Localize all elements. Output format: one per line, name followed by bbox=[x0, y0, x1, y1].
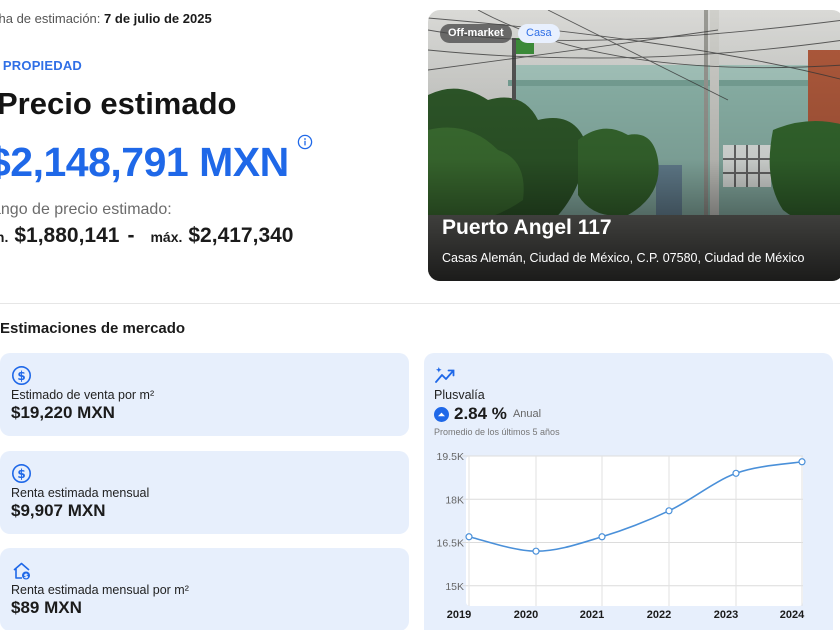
range-separator: - bbox=[127, 224, 135, 247]
card-value: $9,907 MXN bbox=[11, 501, 106, 520]
max-value: $2,417,340 bbox=[188, 224, 294, 247]
chart-plot-area bbox=[466, 456, 803, 606]
price-range-label: ango de precio estimado: bbox=[0, 201, 172, 218]
house-dollar-icon: $ bbox=[13, 562, 30, 580]
data-point bbox=[598, 533, 606, 541]
x-tick-label: 2021 bbox=[580, 609, 604, 621]
data-point bbox=[465, 533, 473, 541]
data-point bbox=[532, 547, 540, 555]
svg-text:$: $ bbox=[24, 572, 29, 580]
estimation-date: cha de estimación: 7 de julio de 2025 bbox=[0, 11, 212, 26]
card-value: $89 MXN bbox=[11, 598, 82, 617]
max-label: máx. bbox=[150, 229, 183, 245]
property-section-label: A PROPIEDAD bbox=[0, 58, 83, 73]
y-tick-label: 19.5K bbox=[437, 451, 464, 463]
property-photo[interactable]: Off-market Casa Puerto Angel 117 Casas A… bbox=[428, 10, 840, 281]
rent-per-m2-card: $ Renta estimada mensual por m² $89 MXN bbox=[0, 548, 409, 630]
street-photo-illustration bbox=[428, 10, 840, 281]
card-label: Renta estimada mensual bbox=[11, 486, 150, 500]
card-value: $19,220 MXN bbox=[11, 403, 115, 422]
data-point bbox=[798, 458, 806, 466]
price-title: Precio estimado bbox=[0, 86, 237, 121]
offmarket-badge: Off-market bbox=[440, 24, 512, 43]
price-range: in. $1,880,141 - máx. $2,417,340 bbox=[0, 224, 293, 248]
estimation-date-value: 7 de julio de 2025 bbox=[104, 11, 212, 26]
svg-text:$: $ bbox=[17, 467, 25, 481]
monthly-rent-card: $ Renta estimada mensual $9,907 MXN bbox=[0, 451, 409, 534]
property-summary: cha de estimación: 7 de julio de 2025 A … bbox=[0, 0, 840, 300]
property-type-badge: Casa bbox=[518, 24, 560, 43]
estimation-date-label: cha de estimación: bbox=[0, 11, 101, 26]
x-tick-label: 2024 bbox=[780, 609, 805, 621]
plusvalia-card: Plusvalía 2.84 % Anual Promedio de los ú… bbox=[424, 353, 833, 630]
section-divider bbox=[0, 303, 840, 304]
card-label: Renta estimada mensual por m² bbox=[11, 583, 189, 597]
market-section-title: Estimaciones de mercado bbox=[0, 320, 186, 337]
property-address-detail: Casas Alemán, Ciudad de México, C.P. 075… bbox=[442, 251, 805, 265]
y-tick-label: 16.5K bbox=[437, 538, 464, 550]
x-tick-label: 2020 bbox=[514, 609, 538, 621]
y-tick-label: 15K bbox=[445, 581, 464, 593]
svg-text:$: $ bbox=[17, 369, 25, 383]
plusvalia-chart: 19.5K 18K 16.5K 15K 2019 2020 2021 2022 2023 2024 bbox=[437, 451, 806, 621]
dollar-circle-icon: $ bbox=[12, 464, 31, 483]
min-value: $1,880,141 bbox=[14, 224, 120, 247]
x-tick-label: 2023 bbox=[714, 609, 738, 621]
info-icon[interactable] bbox=[297, 134, 313, 150]
property-address-title: Puerto Angel 117 bbox=[442, 216, 612, 239]
y-tick-label: 18K bbox=[445, 494, 464, 506]
data-point bbox=[665, 507, 673, 515]
data-point bbox=[732, 469, 740, 477]
sale-per-m2-card: $ Estimado de venta por m² $19,220 MXN bbox=[0, 353, 409, 436]
estimated-price: $2,148,791 MXN bbox=[0, 139, 289, 185]
dollar-circle-icon: $ bbox=[12, 366, 31, 385]
min-label: in. bbox=[0, 229, 9, 245]
card-label: Estimado de venta por m² bbox=[11, 388, 155, 402]
x-tick-label: 2022 bbox=[647, 609, 671, 621]
x-tick-label: 2019 bbox=[447, 609, 471, 621]
